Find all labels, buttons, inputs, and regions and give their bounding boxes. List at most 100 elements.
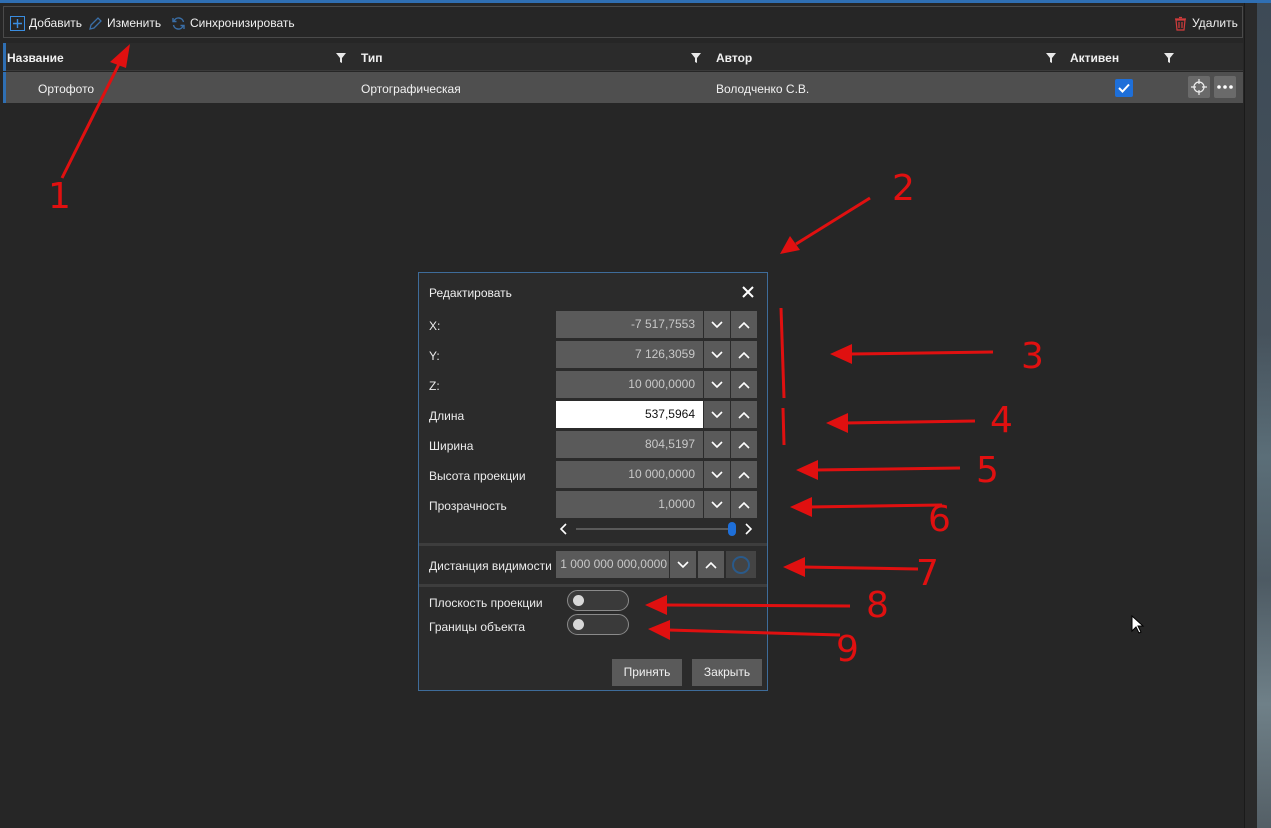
mouse-cursor-icon (1131, 615, 1145, 634)
pencil-icon (88, 16, 103, 31)
annotation-number: 7 (916, 553, 939, 594)
z-decrement-button[interactable] (704, 371, 730, 398)
column-header-active[interactable]: Активен (1070, 51, 1119, 65)
y-input[interactable] (556, 341, 703, 368)
accept-button[interactable]: Принять (612, 659, 682, 686)
toggle-knob (573, 619, 584, 630)
divider (419, 584, 767, 587)
field-label-visibility-distance: Дистанция видимости (429, 559, 552, 573)
chevron-up-icon (738, 321, 750, 329)
edit-dialog: Редактировать X: Y: Z: Длина Ширина Высо… (418, 272, 768, 691)
annotation-number: 6 (928, 499, 951, 540)
visibility-distance-input[interactable] (556, 551, 669, 578)
chevron-down-icon (711, 320, 723, 328)
chevron-up-icon (738, 381, 750, 389)
x-increment-button[interactable] (731, 311, 757, 338)
object-bounds-toggle[interactable] (567, 614, 629, 635)
active-checkbox[interactable] (1115, 79, 1133, 97)
close-icon[interactable] (741, 285, 755, 299)
opacity-slider[interactable] (556, 521, 756, 537)
chevron-down-icon (677, 560, 689, 568)
header-accent (3, 43, 6, 71)
edit-label: Изменить (107, 16, 162, 30)
column-header-name[interactable]: Название (7, 51, 64, 65)
add-button[interactable]: Добавить (10, 14, 82, 32)
plus-icon (10, 15, 25, 31)
sync-icon (171, 16, 186, 31)
column-header-type[interactable]: Тип (361, 51, 383, 65)
length-input[interactable] (556, 401, 703, 428)
z-input[interactable] (556, 371, 703, 398)
projection-height-input[interactable] (556, 461, 703, 488)
divider (419, 543, 767, 546)
chevron-up-icon (738, 411, 750, 419)
grid-header: Название Тип Автор Активен (3, 43, 1243, 71)
more-button[interactable] (1214, 76, 1236, 98)
chevron-up-icon (705, 561, 717, 569)
cell-type: Ортографическая (361, 82, 461, 96)
chevron-up-icon (738, 351, 750, 359)
sync-label: Синхронизировать (190, 16, 295, 30)
toolbar: Добавить Изменить Синхронизировать Удали… (3, 6, 1243, 38)
chevron-down-icon (711, 470, 723, 478)
locate-button[interactable] (1188, 76, 1210, 98)
table-row[interactable]: Ортофото Ортографическая Володченко С.В. (3, 72, 1243, 103)
slider-thumb[interactable] (728, 522, 736, 536)
projection-height-decrement-button[interactable] (704, 461, 730, 488)
projection-plane-toggle[interactable] (567, 590, 629, 611)
edit-button[interactable]: Изменить (88, 14, 161, 32)
filter-icon[interactable] (336, 52, 346, 63)
width-decrement-button[interactable] (704, 431, 730, 458)
y-decrement-button[interactable] (704, 341, 730, 368)
slider-right-arrow-icon[interactable] (745, 523, 753, 535)
field-label-projection-height: Высота проекции (429, 469, 526, 483)
z-increment-button[interactable] (731, 371, 757, 398)
chevron-down-icon (711, 410, 723, 418)
toggle-label-object-bounds: Границы объекта (429, 620, 526, 634)
chevron-up-icon (738, 501, 750, 509)
dialog-title: Редактировать (429, 286, 512, 300)
field-label-width: Ширина (429, 439, 474, 453)
sync-button[interactable]: Синхронизировать (171, 14, 295, 32)
cell-author: Володченко С.В. (716, 82, 810, 96)
chevron-down-icon (711, 380, 723, 388)
visibility-reset-button[interactable] (726, 551, 756, 578)
annotation-number: 9 (836, 629, 859, 670)
opacity-decrement-button[interactable] (704, 491, 730, 518)
ellipsis-icon (1217, 85, 1233, 89)
opacity-increment-button[interactable] (731, 491, 757, 518)
annotation-number: 4 (990, 400, 1013, 441)
length-increment-button[interactable] (731, 401, 757, 428)
row-accent (3, 72, 6, 103)
length-decrement-button[interactable] (704, 401, 730, 428)
field-label-z: Z: (429, 379, 440, 393)
y-increment-button[interactable] (731, 341, 757, 368)
delete-label: Удалить (1192, 16, 1238, 30)
scrollbar-strip[interactable] (1244, 3, 1257, 828)
annotation-number: 8 (866, 585, 889, 626)
column-header-author[interactable]: Автор (716, 51, 752, 65)
checkmark-icon (1118, 83, 1130, 93)
delete-button[interactable]: Удалить (1173, 14, 1238, 32)
cell-name: Ортофото (38, 82, 95, 96)
slider-left-arrow-icon[interactable] (559, 523, 567, 535)
close-button[interactable]: Закрыть (692, 659, 762, 686)
field-label-length: Длина (429, 409, 465, 423)
visibility-decrement-button[interactable] (670, 551, 696, 578)
toggle-knob (573, 595, 584, 606)
visibility-increment-button[interactable] (698, 551, 724, 578)
filter-icon[interactable] (691, 52, 701, 63)
x-decrement-button[interactable] (704, 311, 730, 338)
filter-icon[interactable] (1046, 52, 1056, 63)
chevron-down-icon (711, 500, 723, 508)
crosshair-icon (1191, 79, 1207, 95)
x-input[interactable] (556, 311, 703, 338)
width-input[interactable] (556, 431, 703, 458)
chevron-down-icon (711, 440, 723, 448)
opacity-input[interactable] (556, 491, 703, 518)
chevron-up-icon (738, 471, 750, 479)
width-increment-button[interactable] (731, 431, 757, 458)
projection-height-increment-button[interactable] (731, 461, 757, 488)
filter-icon[interactable] (1164, 52, 1174, 63)
annotation-number: 1 (48, 176, 71, 217)
